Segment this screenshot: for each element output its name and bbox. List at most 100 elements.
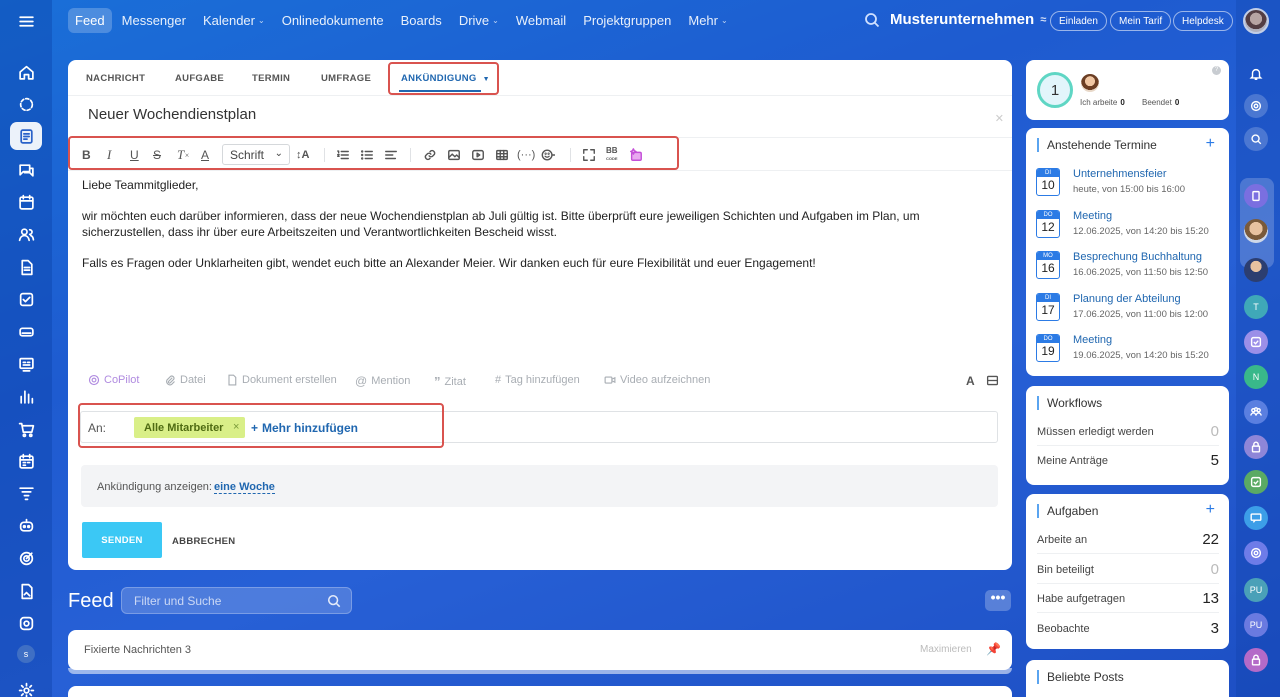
lock-icon[interactable]: [1244, 435, 1268, 459]
counter-row[interactable]: Habe aufgetragen 13: [1037, 590, 1219, 607]
title-input[interactable]: Neuer Wochendienstplan: [88, 106, 256, 123]
add-tag-button[interactable]: # Tag hinzufügen: [495, 374, 580, 386]
channel-icon[interactable]: [1244, 506, 1268, 530]
announcement-duration-select[interactable]: eine Woche: [214, 481, 275, 494]
event-time: 16.06.2025, von 11:50 bis 12:50: [1073, 267, 1209, 278]
tab-aufgabe[interactable]: AUFGABE: [175, 73, 224, 84]
chat-avatar[interactable]: [1244, 219, 1268, 243]
event-title[interactable]: Meeting: [1073, 334, 1112, 346]
calendar-icon[interactable]: [10, 188, 42, 216]
counter-row[interactable]: Arbeite an 22: [1037, 531, 1219, 548]
tab-termin[interactable]: TERMIN: [252, 73, 290, 84]
settings-icon[interactable]: [10, 676, 42, 697]
search-chat-icon[interactable]: [1244, 127, 1268, 151]
counter-row[interactable]: Bin beteiligt 0: [1037, 561, 1219, 578]
goals-icon[interactable]: [10, 544, 42, 572]
create-document-button[interactable]: Dokument erstellen: [226, 374, 337, 386]
event-title[interactable]: Planung der Abteilung: [1073, 293, 1181, 305]
copilot-icon[interactable]: [10, 90, 42, 118]
users-icon[interactable]: [10, 220, 42, 248]
more-button[interactable]: •••: [985, 590, 1011, 611]
chat-avatar[interactable]: [1244, 258, 1268, 282]
help-icon[interactable]: ?: [1212, 66, 1221, 75]
counter-row[interactable]: Meine Anträge 5: [1037, 452, 1219, 469]
send-button[interactable]: SENDEN: [82, 522, 162, 558]
chat-avatar-t[interactable]: T: [1244, 295, 1268, 319]
booking-icon[interactable]: [10, 447, 42, 475]
maximize-link[interactable]: Maximieren: [920, 644, 972, 655]
shop-icon[interactable]: [10, 415, 42, 443]
record-video-button[interactable]: Video aufzeichnen: [604, 374, 710, 386]
task-icon[interactable]: [10, 285, 42, 313]
nav-item-6[interactable]: Webmail: [509, 8, 573, 33]
company-name[interactable]: Musterunternehmen ≈: [890, 11, 1046, 28]
format-button[interactable]: A: [966, 374, 975, 388]
event-item[interactable]: DI 10 Unternehmensfeier heute, von 15:00 bi…: [1036, 168, 1226, 200]
chat-avatar[interactable]: [1244, 184, 1268, 208]
event-item[interactable]: DO 19 Meeting 19.06.2025, von 14:20 bis 15:…: [1036, 334, 1226, 366]
marketplace-icon[interactable]: [10, 609, 42, 637]
chat-avatar-n[interactable]: N: [1244, 365, 1268, 389]
pin-icon[interactable]: 📌: [986, 642, 1001, 656]
bot-icon[interactable]: [10, 511, 42, 539]
chat-avatar-pu[interactable]: PU: [1244, 613, 1268, 637]
close-icon[interactable]: ✕: [995, 112, 1004, 125]
event-item[interactable]: MO 16 Besprechung Buchhaltung 16.06.2025, v…: [1036, 251, 1226, 283]
post-composer: NACHRICHT AUFGABE TERMIN UMFRAGE ANKÜNDI…: [68, 60, 1012, 570]
tab-nachricht[interactable]: NACHRICHT: [86, 73, 145, 84]
crm-icon[interactable]: [10, 350, 42, 378]
task-chat-icon[interactable]: [1244, 330, 1268, 354]
event-title[interactable]: Unternehmensfeier: [1073, 168, 1167, 180]
counter-row[interactable]: Müssen erledigt werden 0: [1037, 423, 1219, 440]
nav-item-1[interactable]: Messenger: [115, 8, 193, 33]
copilot-button[interactable]: CoPilot: [88, 374, 139, 386]
menu-icon[interactable]: [10, 7, 42, 35]
chat-avatar-pu[interactable]: PU: [1244, 578, 1268, 602]
nav-item-7[interactable]: Projektgruppen: [576, 8, 678, 33]
nav-item-3[interactable]: Onlinedokumente: [275, 8, 391, 33]
funnel-icon[interactable]: [10, 479, 42, 507]
analytics-icon[interactable]: [10, 382, 42, 410]
copilot-chat-icon[interactable]: [1244, 541, 1268, 565]
tab-umfrage[interactable]: UMFRAGE: [321, 73, 371, 84]
file-button[interactable]: Datei: [164, 374, 206, 386]
worktime-counter[interactable]: 1: [1037, 72, 1073, 108]
search-icon[interactable]: [864, 12, 882, 30]
activity-icon[interactable]: [1244, 94, 1268, 118]
nav-item-4[interactable]: Boards: [394, 8, 449, 33]
nav-item-0[interactable]: Feed: [68, 8, 112, 33]
panel-toggle-icon[interactable]: [986, 374, 999, 390]
event-item[interactable]: DI 17 Planung der Abteilung 17.06.2025, von…: [1036, 292, 1226, 325]
task-chat-icon[interactable]: [1244, 470, 1268, 494]
event-title[interactable]: Meeting: [1073, 210, 1112, 222]
bell-icon[interactable]: [1244, 62, 1268, 86]
pinned-messages[interactable]: Fixierte Nachrichten 3 Maximieren 📌: [68, 630, 1012, 670]
mention-button[interactable]: @ Mention: [355, 374, 410, 388]
plan-button[interactable]: Mein Tarif: [1110, 11, 1172, 31]
nav-item-2[interactable]: Kalender ⌄: [196, 8, 272, 33]
group-chat-icon[interactable]: [1244, 400, 1268, 424]
nav-item-8[interactable]: Mehr ⌄: [681, 8, 734, 33]
invite-button[interactable]: Einladen: [1050, 11, 1107, 31]
post-body[interactable]: Liebe Teammitglieder, wir möchten euch d…: [82, 177, 997, 286]
drive-icon[interactable]: [10, 317, 42, 345]
counter-row[interactable]: Beobachte 3: [1037, 620, 1219, 637]
feed-filter-input[interactable]: Filter und Suche: [121, 587, 352, 614]
quote-button[interactable]: ” Zitat: [434, 374, 466, 389]
quote-label: Zitat: [444, 375, 466, 388]
add-task-button[interactable]: +: [1206, 501, 1215, 519]
event-item[interactable]: DO 12 Meeting 12.06.2025, von 14:20 bis 15:…: [1036, 209, 1226, 242]
chat-icon[interactable]: [10, 156, 42, 184]
sign-icon[interactable]: [10, 577, 42, 605]
row-divider: [1037, 445, 1219, 446]
add-event-button[interactable]: +: [1206, 135, 1215, 153]
event-title[interactable]: Besprechung Buchhaltung: [1073, 251, 1202, 263]
nav-item-5[interactable]: Drive ⌄: [452, 8, 506, 33]
feed-icon[interactable]: [10, 122, 42, 150]
cancel-button[interactable]: ABBRECHEN: [172, 536, 235, 547]
home-icon[interactable]: [10, 58, 42, 86]
document-icon[interactable]: [10, 253, 42, 281]
helpdesk-button[interactable]: Helpdesk: [1173, 11, 1233, 31]
user-avatar-small[interactable]: s: [17, 645, 35, 663]
lock-icon[interactable]: [1244, 648, 1268, 672]
